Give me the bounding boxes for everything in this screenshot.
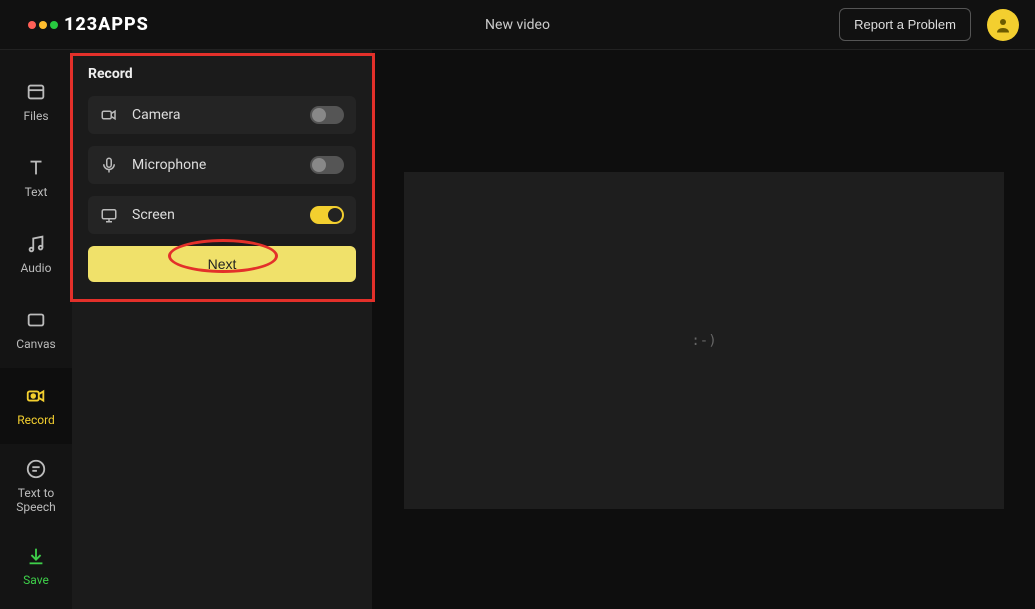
sidebar-item-save[interactable]: Save	[0, 528, 72, 604]
microphone-toggle[interactable]	[310, 156, 344, 174]
brand-name: 123APPS	[64, 14, 149, 35]
user-avatar[interactable]	[987, 9, 1019, 41]
screen-icon	[100, 206, 118, 224]
text-icon	[25, 157, 47, 179]
sidebar-item-label: Audio	[21, 261, 52, 275]
canvas-placeholder: :-)	[691, 333, 716, 349]
sidebar-item-label: Canvas	[16, 337, 55, 351]
audio-icon	[25, 233, 47, 255]
next-button[interactable]: Next	[88, 246, 356, 282]
sidebar-item-audio[interactable]: Audio	[0, 216, 72, 292]
option-label: Microphone	[132, 157, 296, 173]
option-row-microphone: Microphone	[88, 146, 356, 184]
files-icon	[25, 81, 47, 103]
sidebar-item-canvas[interactable]: Canvas	[0, 292, 72, 368]
microphone-icon	[100, 156, 118, 174]
sidebar-item-label: Record	[17, 413, 55, 427]
option-label: Screen	[132, 207, 296, 223]
camera-toggle[interactable]	[310, 106, 344, 124]
panel-title: Record	[88, 66, 356, 82]
project-title[interactable]: New video	[485, 17, 550, 33]
sidebar-item-files[interactable]: Files	[0, 64, 72, 140]
sidebar-item-label: Text	[25, 185, 48, 199]
option-label: Camera	[132, 107, 296, 123]
left-sidebar: Files Text Audio Canvas Record Text to S…	[0, 50, 72, 609]
sidebar-item-label: Text to Speech	[0, 486, 72, 515]
option-row-camera: Camera	[88, 96, 356, 134]
user-icon	[994, 16, 1012, 34]
option-row-screen: Screen	[88, 196, 356, 234]
app-logo[interactable]: 123APPS	[28, 14, 149, 35]
record-panel: Record Camera Microphone Screen Next	[72, 50, 372, 609]
save-icon	[25, 545, 47, 567]
sidebar-item-tts[interactable]: Text to Speech	[0, 444, 72, 528]
logo-dots-icon	[28, 21, 58, 29]
video-canvas[interactable]: :-)	[404, 172, 1004, 509]
record-icon	[25, 385, 47, 407]
canvas-icon	[25, 309, 47, 331]
sidebar-item-label: Files	[23, 109, 48, 123]
sidebar-item-record[interactable]: Record	[0, 368, 72, 444]
sidebar-item-text[interactable]: Text	[0, 140, 72, 216]
report-problem-button[interactable]: Report a Problem	[839, 8, 971, 41]
app-header: 123APPS New video Report a Problem	[0, 0, 1035, 50]
screen-toggle[interactable]	[310, 206, 344, 224]
sidebar-item-label: Save	[23, 573, 49, 587]
camera-icon	[100, 106, 118, 124]
tts-icon	[25, 458, 47, 480]
